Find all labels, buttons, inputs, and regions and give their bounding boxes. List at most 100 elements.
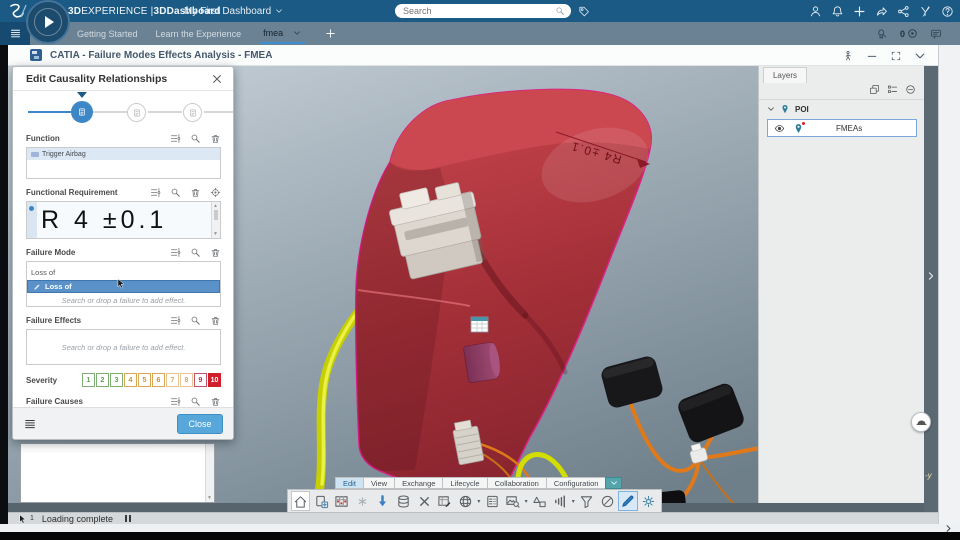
list-icon[interactable] <box>170 247 181 258</box>
ab-tab-view[interactable]: View <box>362 477 395 489</box>
search-icon[interactable] <box>190 396 201 407</box>
delete-icon[interactable] <box>414 491 434 511</box>
dropdown-caret[interactable]: ▾ <box>523 498 529 505</box>
list-icon[interactable] <box>170 396 181 407</box>
asterisk-icon[interactable] <box>353 491 373 511</box>
severity-box[interactable]: 5 <box>138 373 151 387</box>
chat-icon[interactable] <box>930 28 942 40</box>
scrollbar[interactable]: ▼ <box>205 444 214 502</box>
dashboard-selector[interactable]: My First Dashboard <box>184 0 283 22</box>
step-3[interactable] <box>183 103 202 122</box>
step-2[interactable] <box>127 103 146 122</box>
swym-icon[interactable] <box>919 5 932 18</box>
user-icon[interactable] <box>809 5 822 18</box>
new-window-icon[interactable] <box>311 491 331 511</box>
severity-box[interactable]: 8 <box>180 373 193 387</box>
ab-tab-collaboration[interactable]: Collaboration <box>486 477 546 489</box>
severity-box[interactable]: 10 <box>208 373 221 387</box>
minimize-icon[interactable] <box>866 50 878 62</box>
chevron-down-icon[interactable] <box>293 29 301 37</box>
pause-icon[interactable] <box>124 515 131 522</box>
new-layer-icon[interactable] <box>869 84 880 95</box>
severity-box[interactable]: 6 <box>152 373 165 387</box>
requirement-value[interactable]: R 4 ±0.1 <box>37 202 211 238</box>
dropdown-caret[interactable]: ▾ <box>570 498 576 505</box>
sheet-pen-icon[interactable] <box>435 491 455 511</box>
trash-icon[interactable] <box>210 396 221 407</box>
add-tab-button[interactable] <box>325 28 336 39</box>
tab-learn-the-experience[interactable]: Learn the Experience <box>156 29 242 39</box>
share-icon[interactable] <box>897 5 910 18</box>
severity-box[interactable]: 9 <box>194 373 207 387</box>
list-icon[interactable] <box>170 133 181 144</box>
help-icon[interactable] <box>941 5 954 18</box>
eraser-icon[interactable] <box>597 491 617 511</box>
panel-splitter[interactable]: -y <box>924 66 938 512</box>
ambience-button[interactable] <box>911 412 931 432</box>
severity-box[interactable]: 1 <box>82 373 95 387</box>
step-1[interactable] <box>71 101 93 123</box>
list-icon[interactable] <box>150 187 161 198</box>
dialog-menu-icon[interactable] <box>23 417 37 431</box>
ribbon-search-icon[interactable] <box>876 28 888 40</box>
globe-icon[interactable] <box>456 491 476 511</box>
add-icon[interactable] <box>853 5 866 18</box>
ab-tab-lifecycle[interactable]: Lifecycle <box>442 477 487 489</box>
filter-icon[interactable] <box>577 491 597 511</box>
image-search-icon[interactable] <box>503 491 523 511</box>
layer-item-fmeas[interactable]: FMEAs <box>767 119 917 137</box>
severity-box[interactable]: 4 <box>124 373 137 387</box>
close-button[interactable]: Close <box>177 413 223 434</box>
forward-icon[interactable] <box>875 5 888 18</box>
layers-tab[interactable]: Layers <box>763 67 807 83</box>
expand-icon[interactable] <box>890 50 902 62</box>
search-icon[interactable] <box>190 315 201 326</box>
planning-icon[interactable] <box>332 491 352 511</box>
form-icon[interactable] <box>482 491 502 511</box>
search-icon[interactable] <box>170 187 181 198</box>
severity-box[interactable]: 2 <box>96 373 109 387</box>
global-search[interactable] <box>395 4 571 18</box>
gear-icon[interactable] <box>639 491 659 511</box>
list-icon[interactable] <box>170 315 181 326</box>
trash-icon[interactable] <box>190 187 201 198</box>
eye-icon[interactable] <box>774 123 785 134</box>
collapse-chevron-icon[interactable] <box>914 50 926 62</box>
pen-icon[interactable] <box>618 491 638 511</box>
trash-icon[interactable] <box>210 133 221 144</box>
close-icon[interactable] <box>211 73 223 85</box>
function-item[interactable]: Trigger Airbag <box>27 148 220 160</box>
assistant-icon[interactable] <box>842 50 854 62</box>
expand-panel-icon[interactable] <box>926 271 936 281</box>
severity-box[interactable]: 3 <box>110 373 123 387</box>
trash-icon[interactable] <box>210 315 221 326</box>
notifications-icon[interactable] <box>831 5 844 18</box>
tag-icon[interactable] <box>578 5 590 17</box>
import-icon[interactable] <box>373 491 393 511</box>
database-icon[interactable] <box>394 491 414 511</box>
ab-tab-edit[interactable]: Edit <box>335 477 363 489</box>
tab-fmea[interactable]: fmea <box>259 23 306 44</box>
shapes-icon[interactable] <box>530 491 550 511</box>
horn-icon[interactable] <box>550 491 570 511</box>
scrollbar[interactable]: ▲ ▼ <box>211 202 220 238</box>
search-input[interactable] <box>401 5 555 17</box>
ab-tab-exchange[interactable]: Exchange <box>394 477 443 489</box>
layer-list-icon[interactable] <box>887 84 898 95</box>
search-icon[interactable] <box>555 6 565 16</box>
search-icon[interactable] <box>190 133 201 144</box>
remove-layer-icon[interactable] <box>905 84 916 95</box>
trash-icon[interactable] <box>210 247 221 258</box>
fmea-marker-icon[interactable] <box>470 316 489 333</box>
target-icon[interactable] <box>210 187 221 198</box>
tab-getting-started[interactable]: Getting Started <box>77 29 138 39</box>
chevron-down-icon[interactable] <box>767 105 775 113</box>
layer-group-poi[interactable]: POI <box>767 104 809 114</box>
severity-box[interactable]: 7 <box>166 373 179 387</box>
dropdown-caret[interactable]: ▾ <box>476 498 482 505</box>
home-icon[interactable] <box>290 491 311 511</box>
search-icon[interactable] <box>190 247 201 258</box>
ab-tab-configuration[interactable]: Configuration <box>545 477 606 489</box>
3dexperience-compass[interactable] <box>26 0 70 44</box>
action-bar-collapse[interactable] <box>605 477 623 489</box>
